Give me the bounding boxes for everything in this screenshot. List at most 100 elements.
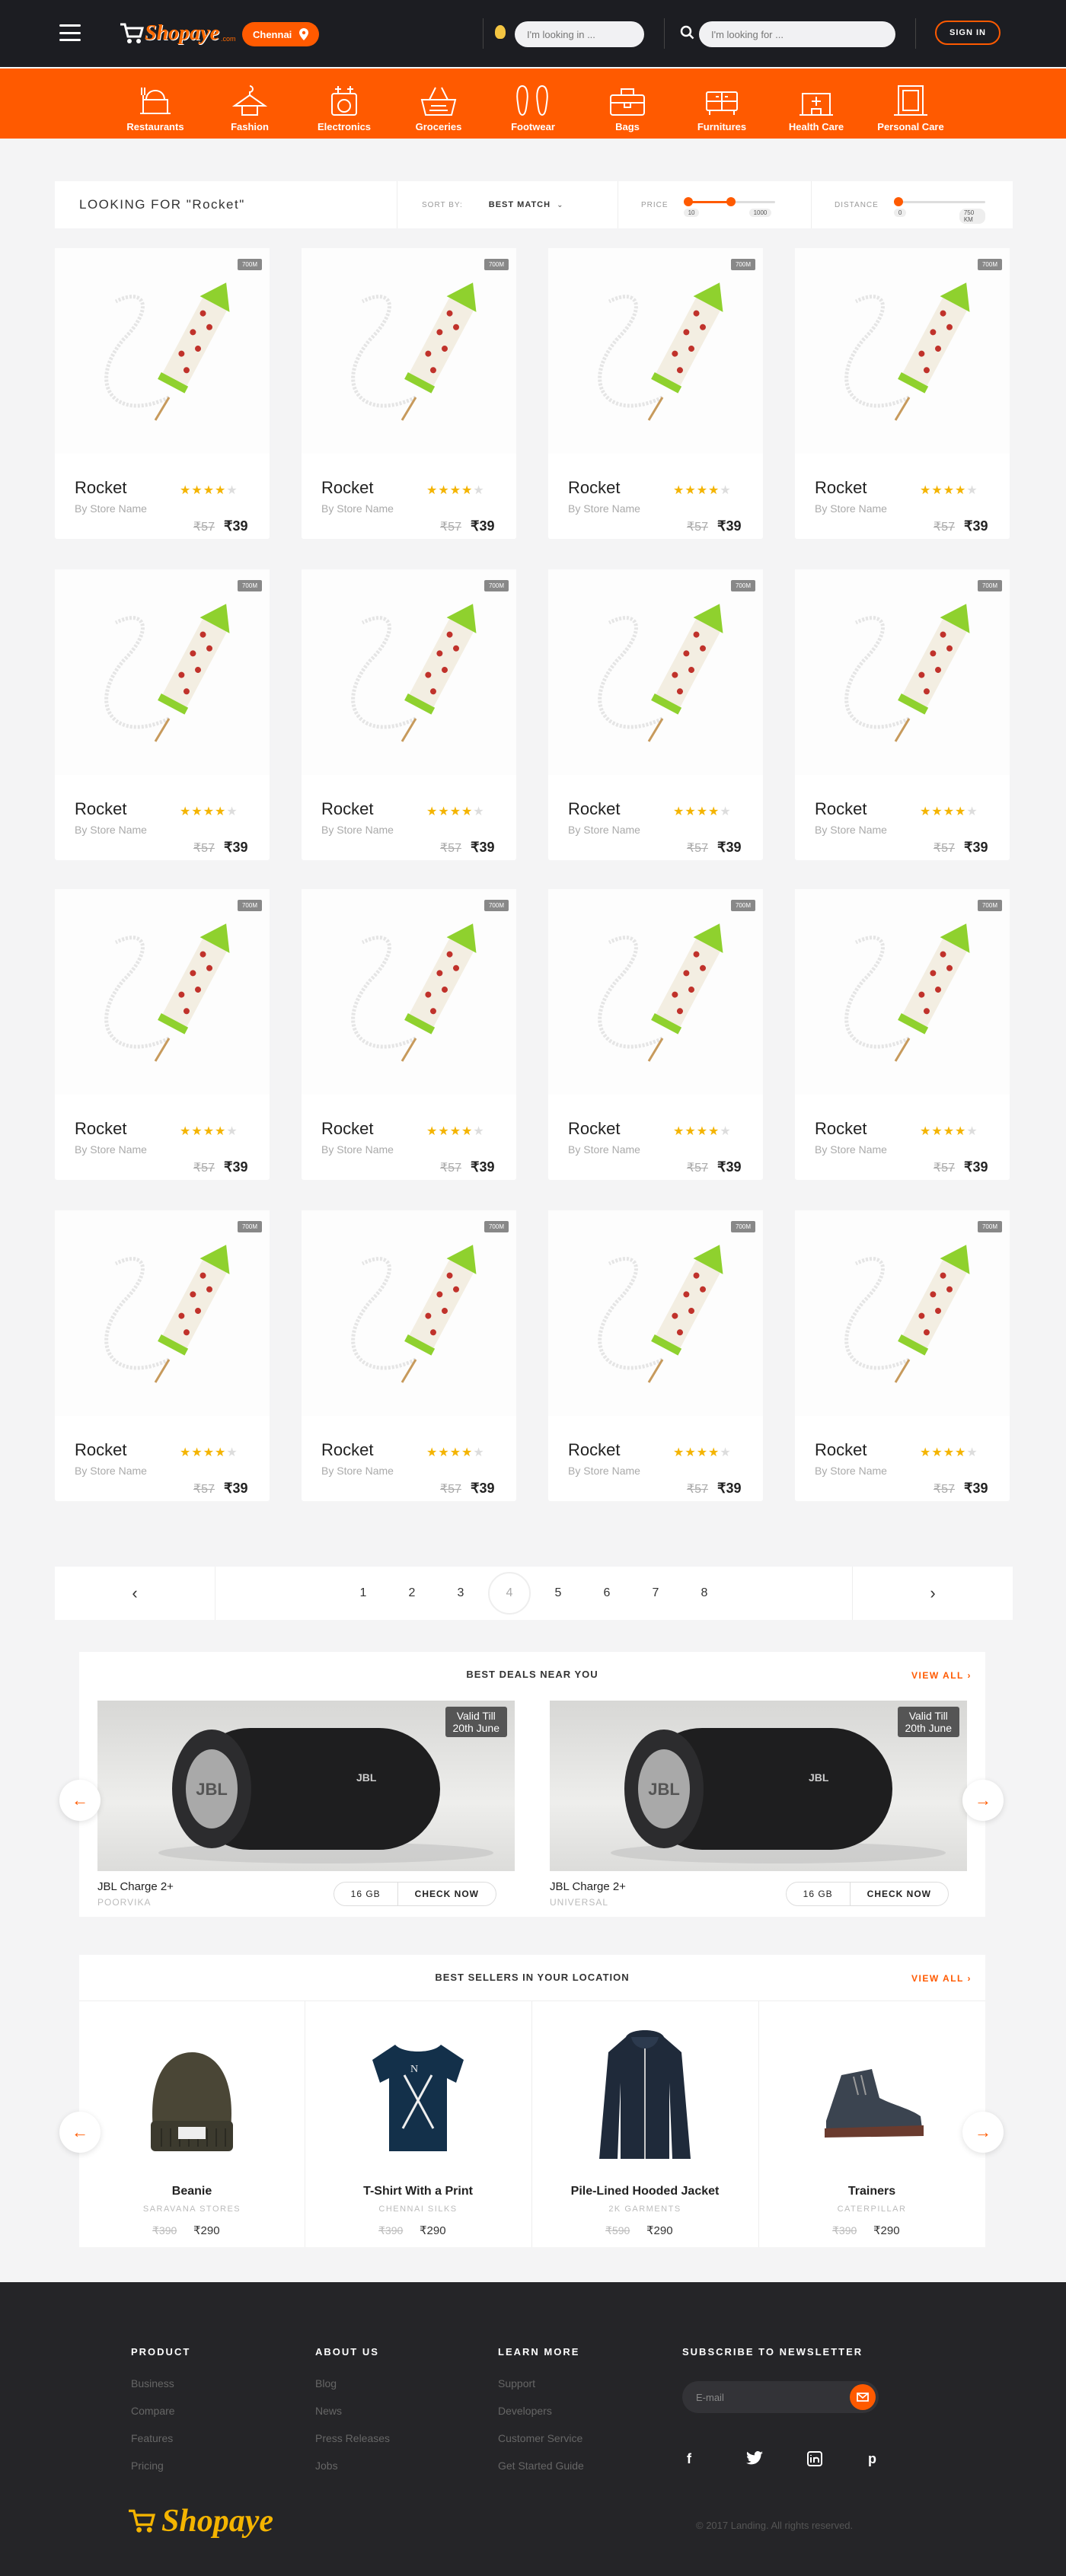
sellers-next-arrow-icon[interactable]: → xyxy=(962,2112,1004,2153)
sellers-prev-arrow-icon[interactable]: ← xyxy=(59,2112,101,2153)
hamburger-menu-icon[interactable] xyxy=(59,24,81,41)
logo-text: Shopaye xyxy=(145,21,219,45)
footer-link[interactable]: Press Releases xyxy=(315,2432,390,2444)
product-card[interactable]: 700M Rocket ★★★★★ By Store Name ₹57 ₹39 xyxy=(302,1210,516,1501)
footer-link[interactable]: Get Started Guide xyxy=(498,2460,584,2472)
footer-heading: LEARN MORE xyxy=(498,2346,580,2358)
pinterest-icon[interactable]: p xyxy=(868,2451,876,2467)
price-max-handle[interactable] xyxy=(726,197,736,206)
seller-product-name: Pile-Lined Hooded Jacket xyxy=(570,2185,720,2198)
page-2[interactable]: 2 xyxy=(388,1586,436,1600)
newsletter-email-input[interactable]: E-mail xyxy=(682,2381,879,2413)
store-name: By Store Name xyxy=(568,1465,640,1477)
product-card[interactable]: 700M Rocket ★★★★★ By Store Name ₹57 ₹39 xyxy=(548,569,763,860)
product-card[interactable]: 700M Rocket ★★★★★ By Store Name ₹57 ₹39 xyxy=(302,569,516,860)
category-restaurants[interactable]: Restaurants xyxy=(108,69,203,139)
seller-card[interactable]: Pile-Lined Hooded Jacket 2K GARMENTS ₹59… xyxy=(532,2005,758,2249)
distance-slider[interactable]: 0 750 KM xyxy=(893,193,985,224)
page-7[interactable]: 7 xyxy=(631,1586,680,1600)
city-selector[interactable]: Chennai xyxy=(242,22,320,46)
footer-link[interactable]: Developers xyxy=(498,2405,584,2417)
deal-image: JBL JBL Valid Till 20th June xyxy=(550,1701,967,1871)
footer-link[interactable]: Compare xyxy=(131,2405,190,2417)
category-personal-care[interactable]: Personal Care xyxy=(863,69,958,139)
distance-badge: 700M xyxy=(237,259,262,270)
product-card[interactable]: 700M Rocket ★★★★★ By Store Name ₹57 ₹39 xyxy=(302,248,516,539)
check-now-button[interactable]: CHECK NOW xyxy=(849,1882,948,1906)
category-health-care[interactable]: Health Care xyxy=(769,69,863,139)
price-slider[interactable]: 10 1000 xyxy=(683,193,775,217)
page-3[interactable]: 3 xyxy=(436,1586,485,1600)
footer-link[interactable]: Features xyxy=(131,2432,190,2444)
product-card[interactable]: 700M Rocket ★★★★★ By Store Name ₹57 ₹39 xyxy=(548,1210,763,1501)
rocket-image xyxy=(844,923,970,1062)
footer-link[interactable]: Business xyxy=(131,2377,190,2389)
search-icon[interactable] xyxy=(680,25,695,40)
rating-stars: ★★★★★ xyxy=(426,1125,485,1138)
category-fashion[interactable]: Fashion xyxy=(203,69,297,139)
product-card[interactable]: 700M Rocket ★★★★★ By Store Name ₹57 ₹39 xyxy=(548,248,763,539)
footer-logo[interactable]: Shopaye xyxy=(126,2503,273,2539)
product-card[interactable]: 700M Rocket ★★★★★ By Store Name ₹57 ₹39 xyxy=(55,569,270,860)
category-bags[interactable]: Bags xyxy=(580,69,675,139)
product-card[interactable]: 700M Rocket ★★★★★ By Store Name ₹57 ₹39 xyxy=(795,1210,1010,1501)
price-min-handle[interactable] xyxy=(683,197,693,206)
product-card[interactable]: 700M Rocket ★★★★★ By Store Name ₹57 ₹39 xyxy=(302,889,516,1180)
product-card[interactable]: 700M Rocket ★★★★★ By Store Name ₹57 ₹39 xyxy=(795,569,1010,860)
page-1[interactable]: 1 xyxy=(339,1586,388,1600)
valid-till-badge: Valid Till 20th June xyxy=(445,1707,507,1737)
sign-in-button[interactable]: SIGN IN xyxy=(935,21,1001,45)
mail-icon[interactable] xyxy=(850,2384,876,2410)
check-now-button[interactable]: CHECK NOW xyxy=(397,1882,496,1906)
deals-prev-arrow-icon[interactable]: ← xyxy=(59,1780,101,1821)
sort-dropdown[interactable]: SORT BY: BEST MATCH ⌄ xyxy=(397,181,618,228)
distance-handle[interactable] xyxy=(893,197,903,206)
next-page-button[interactable]: › xyxy=(853,1567,1013,1620)
filter-bar: LOOKING FOR "Rocket" SORT BY: BEST MATCH… xyxy=(55,181,1013,228)
footer-link[interactable]: Jobs xyxy=(315,2460,390,2472)
footer-link[interactable]: News xyxy=(315,2405,390,2417)
category-groceries[interactable]: Groceries xyxy=(391,69,486,139)
rating-stars: ★★★★★ xyxy=(426,1446,485,1459)
search-input[interactable] xyxy=(699,21,895,47)
page-5[interactable]: 5 xyxy=(534,1586,582,1600)
category-footwear[interactable]: Footwear xyxy=(486,69,580,139)
store-name: By Store Name xyxy=(568,1143,640,1156)
linkedin-icon[interactable] xyxy=(807,2451,822,2470)
location-input[interactable] xyxy=(515,21,644,47)
storage-option[interactable]: 16 GB xyxy=(787,1889,850,1899)
seller-card[interactable]: Trainers CATERPILLAR ₹390 ₹290 xyxy=(759,2005,985,2249)
category-furnitures[interactable]: Furnitures xyxy=(675,69,769,139)
rocket-image xyxy=(351,604,477,742)
category-electronics[interactable]: Electronics xyxy=(297,69,391,139)
page-8[interactable]: 8 xyxy=(680,1586,729,1600)
footer-link[interactable]: Blog xyxy=(315,2377,390,2389)
logo[interactable]: Shopaye .com xyxy=(119,17,236,50)
storage-option[interactable]: 16 GB xyxy=(334,1889,397,1899)
new-price: ₹39 xyxy=(471,840,495,855)
old-price: ₹57 xyxy=(440,521,461,534)
product-card[interactable]: 700M Rocket ★★★★★ By Store Name ₹57 ₹39 xyxy=(795,889,1010,1180)
product-card[interactable]: 700M Rocket ★★★★★ By Store Name ₹57 ₹39 xyxy=(55,248,270,539)
deals-next-arrow-icon[interactable]: → xyxy=(962,1780,1004,1821)
deals-view-all-link[interactable]: VIEW ALL › xyxy=(911,1670,972,1681)
product-card[interactable]: 700M Rocket ★★★★★ By Store Name ₹57 ₹39 xyxy=(548,889,763,1180)
twitter-icon[interactable] xyxy=(746,2450,763,2469)
seller-card[interactable]: N T-Shirt With a Print CHENNAI SILKS ₹39… xyxy=(305,2005,531,2249)
facebook-icon[interactable]: f xyxy=(687,2451,691,2467)
svg-text:JBL: JBL xyxy=(196,1780,228,1799)
footer-link[interactable]: Customer Service xyxy=(498,2432,584,2444)
product-card[interactable]: 700M Rocket ★★★★★ By Store Name ₹57 ₹39 xyxy=(55,1210,270,1501)
footer-link[interactable]: Support xyxy=(498,2377,584,2389)
sort-label: SORT BY: xyxy=(422,200,463,209)
prev-page-button[interactable]: ‹ xyxy=(55,1567,215,1620)
sellers-view-all-link[interactable]: VIEW ALL › xyxy=(911,1973,972,1984)
rating-stars: ★★★★★ xyxy=(920,805,978,818)
footer-link[interactable]: Pricing xyxy=(131,2460,190,2472)
distance-badge: 700M xyxy=(730,580,755,591)
seller-card[interactable]: Beanie SARAVANA STORES ₹390 ₹290 xyxy=(79,2005,305,2249)
page-4-current[interactable]: 4 xyxy=(488,1572,531,1615)
product-card[interactable]: 700M Rocket ★★★★★ By Store Name ₹57 ₹39 xyxy=(55,889,270,1180)
product-card[interactable]: 700M Rocket ★★★★★ By Store Name ₹57 ₹39 xyxy=(795,248,1010,539)
page-6[interactable]: 6 xyxy=(582,1586,631,1600)
